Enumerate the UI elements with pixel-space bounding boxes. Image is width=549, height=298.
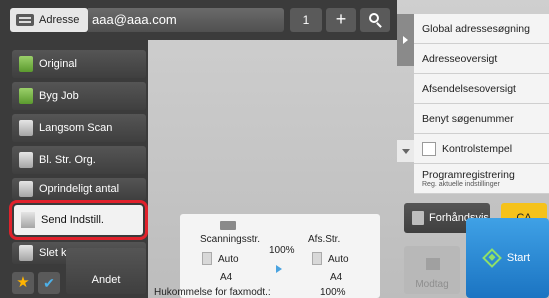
mode-label: Send Indstill. [41, 214, 104, 226]
mode-label: Oprindeligt antal [39, 183, 120, 195]
favorites-button[interactable]: ★ [12, 272, 34, 294]
program-subtitle: Reg. aktuelle indstillinger [422, 181, 500, 188]
mode-mixed-size-button[interactable]: Bl. Str. Org. [12, 146, 146, 174]
control-stamp-toggle[interactable]: Kontrolstempel [414, 134, 549, 164]
receive-icon [426, 258, 440, 270]
send-settings-icon [21, 212, 35, 228]
other-label: Andet [91, 274, 121, 286]
scan-size-value: Auto [218, 254, 239, 265]
original-icon [19, 56, 33, 72]
menu-address-overview[interactable]: Adresseoversigt [414, 44, 549, 74]
mode-original-count-button[interactable]: Oprindeligt antal [12, 178, 146, 200]
scroll-down-button[interactable] [397, 140, 414, 162]
add-address-button[interactable]: + [326, 8, 356, 32]
send-paper-size: A4 [330, 272, 343, 283]
mode-label: Langsom Scan [39, 122, 113, 134]
start-icon [481, 248, 502, 268]
memory-label: Hukommelse for faxmodt.: [154, 287, 271, 298]
arrow-right-icon [276, 265, 282, 273]
paper-icon [202, 252, 212, 265]
keyboard-icon [16, 14, 34, 26]
search-button[interactable] [360, 8, 390, 32]
check-button[interactable]: ✔ [38, 272, 60, 294]
erase-edge-icon [19, 245, 33, 261]
preview-icon [412, 211, 424, 225]
receive-label: Modtag [415, 279, 449, 290]
mode-original-button[interactable]: Original [12, 50, 146, 78]
address-input[interactable]: aaa@aaa.com [88, 8, 284, 32]
control-stamp-label: Kontrolstempel [442, 142, 513, 155]
mode-slow-scan-button[interactable]: Langsom Scan [12, 114, 146, 142]
program-title: Programregistrering [422, 169, 515, 181]
check-icon: ✔ [43, 275, 55, 291]
mode-label: Bl. Str. Org. [39, 154, 96, 166]
paper-icon [312, 252, 322, 265]
send-size-label: Afs.Str. [308, 234, 341, 245]
menu-global-address-search[interactable]: Global adressesøgning [414, 14, 549, 44]
recipient-count: 1 [290, 8, 322, 32]
mode-label: Byg Job [39, 90, 79, 102]
ratio-value: 100% [269, 245, 295, 256]
control-stamp-checkbox[interactable] [422, 141, 436, 156]
start-label: Start [506, 252, 531, 264]
mixed-size-icon [19, 152, 33, 168]
settings-summary[interactable]: Scanningsstr. Auto A4 100% Afs.Str. Auto… [154, 214, 380, 298]
address-label: Adresse [39, 14, 80, 26]
other-button[interactable]: Andet [66, 248, 146, 294]
mode-build-job-button[interactable]: Byg Job [12, 82, 146, 110]
scan-size-label: Scanningsstr. [200, 234, 261, 245]
scanner-icon [220, 221, 236, 230]
action-panel: Global adressesøgning Adresseoversigt Af… [414, 14, 549, 194]
collapse-panel-button[interactable] [397, 14, 414, 66]
fax-send-screen: Adresse aaa@aaa.com 1 + Original Byg Job… [0, 0, 549, 298]
menu-send-history[interactable]: Afsendelsesoversigt [414, 74, 549, 104]
send-size-value: Auto [328, 254, 349, 265]
memory-value: 100% [320, 287, 346, 298]
slow-scan-icon [19, 120, 33, 136]
start-button[interactable]: Start [466, 218, 549, 298]
address-book-button[interactable]: Adresse [10, 8, 88, 32]
scan-paper-size: A4 [220, 272, 233, 283]
mode-label: Original [39, 58, 77, 70]
mode-send-settings-button[interactable]: Send Indstill. [14, 205, 143, 235]
program-register-button[interactable]: Programregistrering Reg. aktuelle indsti… [414, 164, 549, 194]
star-icon: ★ [16, 274, 30, 291]
build-job-icon [19, 88, 33, 104]
original-count-icon [19, 181, 33, 197]
receive-button[interactable]: Modtag [404, 246, 460, 294]
menu-search-number[interactable]: Benyt søgenummer [414, 104, 549, 134]
